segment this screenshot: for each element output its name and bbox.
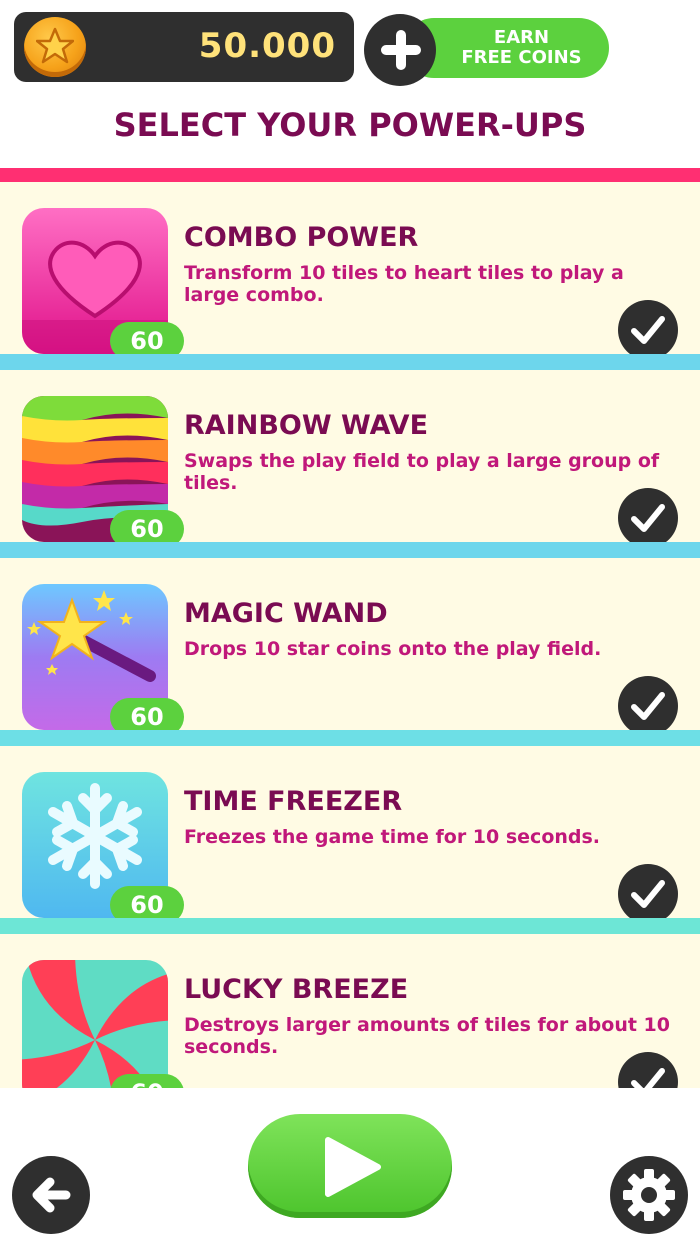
settings-button[interactable]: [610, 1156, 688, 1234]
powerup-name: TIME FREEZER: [184, 786, 403, 817]
powerup-item-time-freezer[interactable]: 60 TIME FREEZER Freezes the game time fo…: [0, 746, 700, 934]
selected-checkmark-icon[interactable]: [618, 864, 678, 924]
list-top-divider: [0, 168, 700, 182]
gear-icon: [623, 1169, 675, 1221]
powerup-description: Freezes the game time for 10 seconds.: [184, 826, 601, 848]
item-divider: [0, 918, 700, 934]
powerup-description: Drops 10 star coins onto the play field.: [184, 638, 602, 660]
powerup-item-rainbow-wave[interactable]: 60 RAINBOW WAVE Swaps the play field to …: [0, 370, 700, 558]
play-icon: [325, 1137, 381, 1197]
play-button[interactable]: [248, 1114, 452, 1218]
swirl-icon: [22, 960, 168, 1088]
powerup-description: Swaps the play field to play a large gro…: [184, 450, 660, 494]
earn-free-coins-button[interactable]: EARN FREE COINS: [364, 14, 609, 86]
item-divider: [0, 354, 700, 370]
powerup-list[interactable]: 60 COMBO POWER Transform 10 tiles to hea…: [0, 168, 700, 1088]
plus-icon[interactable]: [364, 14, 436, 86]
item-divider: [0, 542, 700, 558]
star-coin-icon: [24, 17, 86, 77]
back-arrow-icon: [32, 1177, 71, 1213]
coin-balance: 50.000: [198, 26, 336, 66]
earn-label-line1: EARN: [493, 27, 550, 48]
price-badge: 60: [110, 1074, 184, 1088]
powerup-name: MAGIC WAND: [184, 598, 388, 629]
selected-checkmark-icon[interactable]: [618, 300, 678, 360]
powerup-item-combo-power[interactable]: 60 COMBO POWER Transform 10 tiles to hea…: [0, 182, 700, 370]
powerup-name: LUCKY BREEZE: [184, 974, 409, 1005]
coin-balance-bar: 50.000: [14, 12, 354, 82]
powerup-item-magic-wand[interactable]: 60 MAGIC WAND Drops 10 star coins onto t…: [0, 558, 700, 746]
powerup-item-lucky-breeze[interactable]: 60 LUCKY BREEZE Destroys larger amounts …: [0, 934, 700, 1088]
powerup-name: RAINBOW WAVE: [184, 410, 429, 441]
powerup-description: Destroys larger amounts of tiles for abo…: [184, 1014, 670, 1058]
back-button[interactable]: [12, 1156, 90, 1234]
selected-checkmark-icon[interactable]: [618, 488, 678, 548]
powerup-description: Transform 10 tiles to heart tiles to pla…: [184, 262, 624, 306]
page-title: SELECT YOUR POWER-UPS: [113, 106, 587, 144]
selected-checkmark-icon[interactable]: [618, 676, 678, 736]
powerup-name: COMBO POWER: [184, 222, 419, 253]
earn-label-line2: FREE COINS: [461, 47, 582, 68]
item-divider: [0, 730, 700, 746]
